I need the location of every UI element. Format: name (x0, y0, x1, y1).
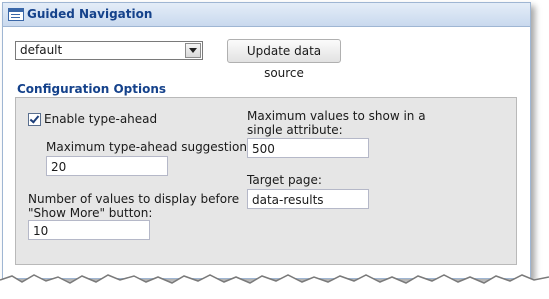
max-suggestions-input[interactable]: 20 (46, 156, 168, 176)
update-data-source-button[interactable]: Update data source (227, 39, 341, 80)
data-source-value: default (20, 43, 63, 57)
panel-title: Guided Navigation (27, 7, 153, 21)
panel-icon (8, 8, 24, 21)
torn-edge-decoration (0, 274, 549, 299)
max-values-attribute-label: Maximum values to show in a single attri… (247, 109, 426, 137)
chevron-down-icon[interactable] (185, 43, 201, 58)
max-suggestions-label: Maximum type-ahead suggestions: (46, 140, 258, 154)
guided-navigation-panel: Guided Navigation default Update data so… (2, 2, 531, 279)
enable-typeahead-checkbox[interactable] (28, 113, 41, 126)
configuration-options-box: Enable type-ahead Maximum type-ahead sug… (15, 97, 517, 265)
show-more-values-input[interactable]: 10 (28, 220, 150, 240)
data-source-select[interactable]: default (15, 41, 203, 60)
max-values-attribute-input[interactable]: 500 (247, 138, 369, 158)
target-page-input[interactable]: data-results (247, 189, 369, 209)
enable-typeahead-label: Enable type-ahead (44, 112, 158, 126)
configuration-options-title: Configuration Options (17, 82, 167, 96)
show-more-values-label: Number of values to display before "Show… (28, 192, 240, 220)
target-page-label: Target page: (247, 173, 322, 187)
panel-titlebar: Guided Navigation (3, 3, 530, 27)
